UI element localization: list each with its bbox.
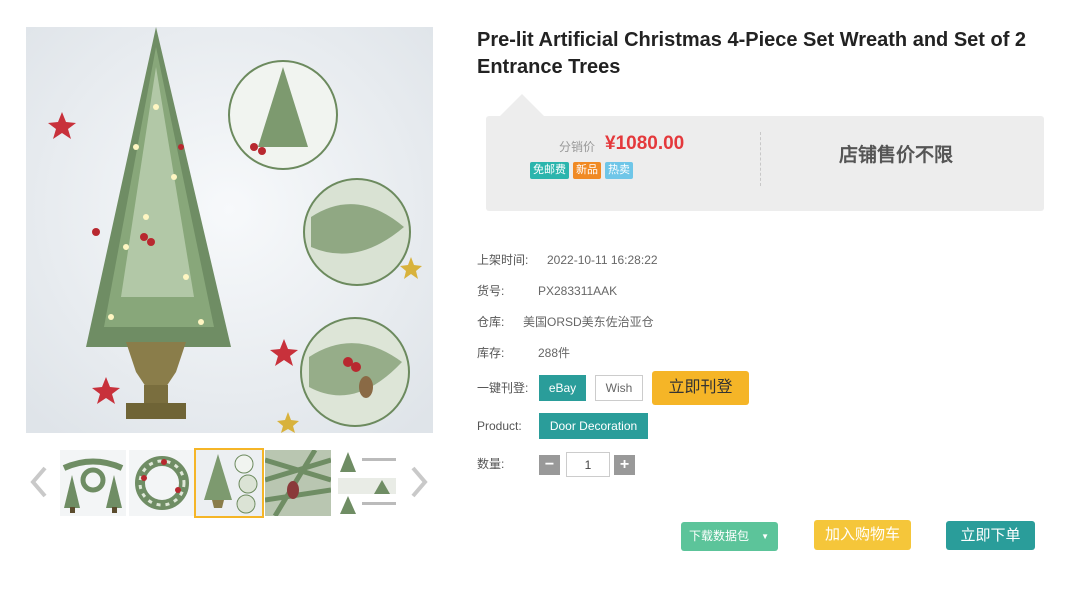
quantity-decrease-button[interactable]: − xyxy=(539,455,560,475)
thumbnail-tree-main[interactable] xyxy=(194,448,264,518)
badge-free-shipping: 免邮费 xyxy=(530,162,569,179)
warehouse-value: 美国ORSD美东佐治亚仓 xyxy=(523,315,654,329)
main-product-image xyxy=(26,27,433,433)
badge-group: 免邮费 新品 热卖 xyxy=(530,162,633,179)
sku-label: 货号: xyxy=(477,284,505,298)
wish-button[interactable]: Wish xyxy=(595,375,643,401)
info-row-sku: 货号: PX283311AAK xyxy=(477,281,617,301)
product-label: Product: xyxy=(477,419,522,433)
price-label: 分销价 xyxy=(559,140,596,154)
add-to-cart-button[interactable]: 加入购物车 xyxy=(814,520,911,550)
product-type-button[interactable]: Door Decoration xyxy=(539,413,648,439)
quantity-increase-button[interactable]: + xyxy=(614,455,635,475)
info-row-quantity: 数量: xyxy=(477,454,504,474)
prev-arrow-icon[interactable] xyxy=(26,462,52,502)
price-value: ¥1080.00 xyxy=(605,133,685,154)
publish-label: 一键刊登: xyxy=(477,381,529,395)
warehouse-label: 仓库: xyxy=(477,315,505,329)
stock-value: 288件 xyxy=(538,346,571,360)
download-data-package-button[interactable]: 下载数据包 ▼ xyxy=(681,522,778,551)
info-row-stock: 库存: 288件 xyxy=(477,343,570,363)
next-arrow-icon[interactable] xyxy=(406,462,432,502)
info-row-publish: 一键刊登: xyxy=(477,378,528,398)
listing-time-value: 2022-10-11 16:28:22 xyxy=(547,253,658,267)
info-row-listing-time: 上架时间: 2022-10-11 16:28:22 xyxy=(477,250,658,270)
listing-time-label: 上架时间: xyxy=(477,253,529,267)
quantity-label: 数量: xyxy=(477,457,505,471)
price-divider xyxy=(760,132,761,186)
price-box-notch xyxy=(500,94,544,116)
thumbnail-wreath[interactable] xyxy=(129,450,195,516)
ebay-button[interactable]: eBay xyxy=(539,375,586,401)
shop-price-text: 店铺售价不限 xyxy=(839,145,954,166)
thumbnail-tree-closeup[interactable] xyxy=(265,450,331,516)
sku-value: PX283311AAK xyxy=(538,284,618,298)
thumbnail-info-sheet[interactable] xyxy=(334,450,400,516)
price-box: 分销价 ¥1080.00 免邮费 新品 热卖 店铺售价不限 xyxy=(486,116,1044,211)
thumbnail-wreath-set[interactable] xyxy=(60,450,126,516)
info-row-product: Product: xyxy=(477,416,522,436)
quantity-input[interactable] xyxy=(566,452,610,477)
publish-now-button[interactable]: 立即刊登 xyxy=(652,371,749,405)
info-row-warehouse: 仓库: 美国ORSD美东佐治亚仓 xyxy=(477,312,654,332)
badge-new: 新品 xyxy=(573,162,601,179)
stock-label: 库存: xyxy=(477,346,505,360)
buy-now-button[interactable]: 立即下单 xyxy=(946,521,1035,550)
caret-down-icon: ▼ xyxy=(761,532,769,541)
download-label: 下载数据包 xyxy=(689,529,750,543)
product-title: Pre-lit Artificial Christmas 4-Piece Set… xyxy=(477,29,1027,78)
thumbnail-strip xyxy=(26,448,433,518)
badge-hot: 热卖 xyxy=(605,162,633,179)
